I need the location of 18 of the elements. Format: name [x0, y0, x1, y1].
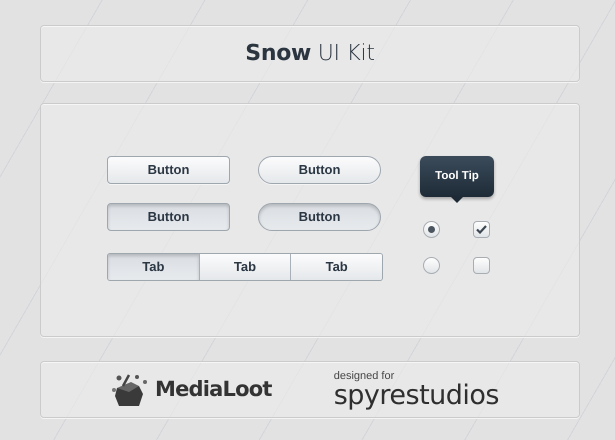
checkbox[interactable] [473, 221, 490, 238]
tab[interactable]: Tab [290, 254, 382, 280]
brand-name: MediaLoot [155, 376, 272, 403]
button[interactable]: Button [107, 203, 230, 231]
tab[interactable]: Tab [198, 254, 290, 280]
tooltip-pointer-icon [451, 197, 463, 203]
radio-button[interactable] [423, 257, 440, 274]
radio-button[interactable] [423, 221, 440, 238]
button[interactable]: Button [107, 156, 230, 184]
check-icon [476, 225, 487, 234]
tooltip-text: Tool Tip [435, 168, 479, 184]
kit-title: Snow UI Kit [245, 40, 375, 68]
credit-caption: designed for [334, 370, 394, 382]
checkbox[interactable] [473, 257, 490, 274]
credit-name: spyrestudios [334, 382, 499, 408]
button[interactable]: Button [258, 203, 381, 231]
tab[interactable]: Tab [108, 254, 199, 280]
button[interactable]: Button [258, 156, 381, 184]
